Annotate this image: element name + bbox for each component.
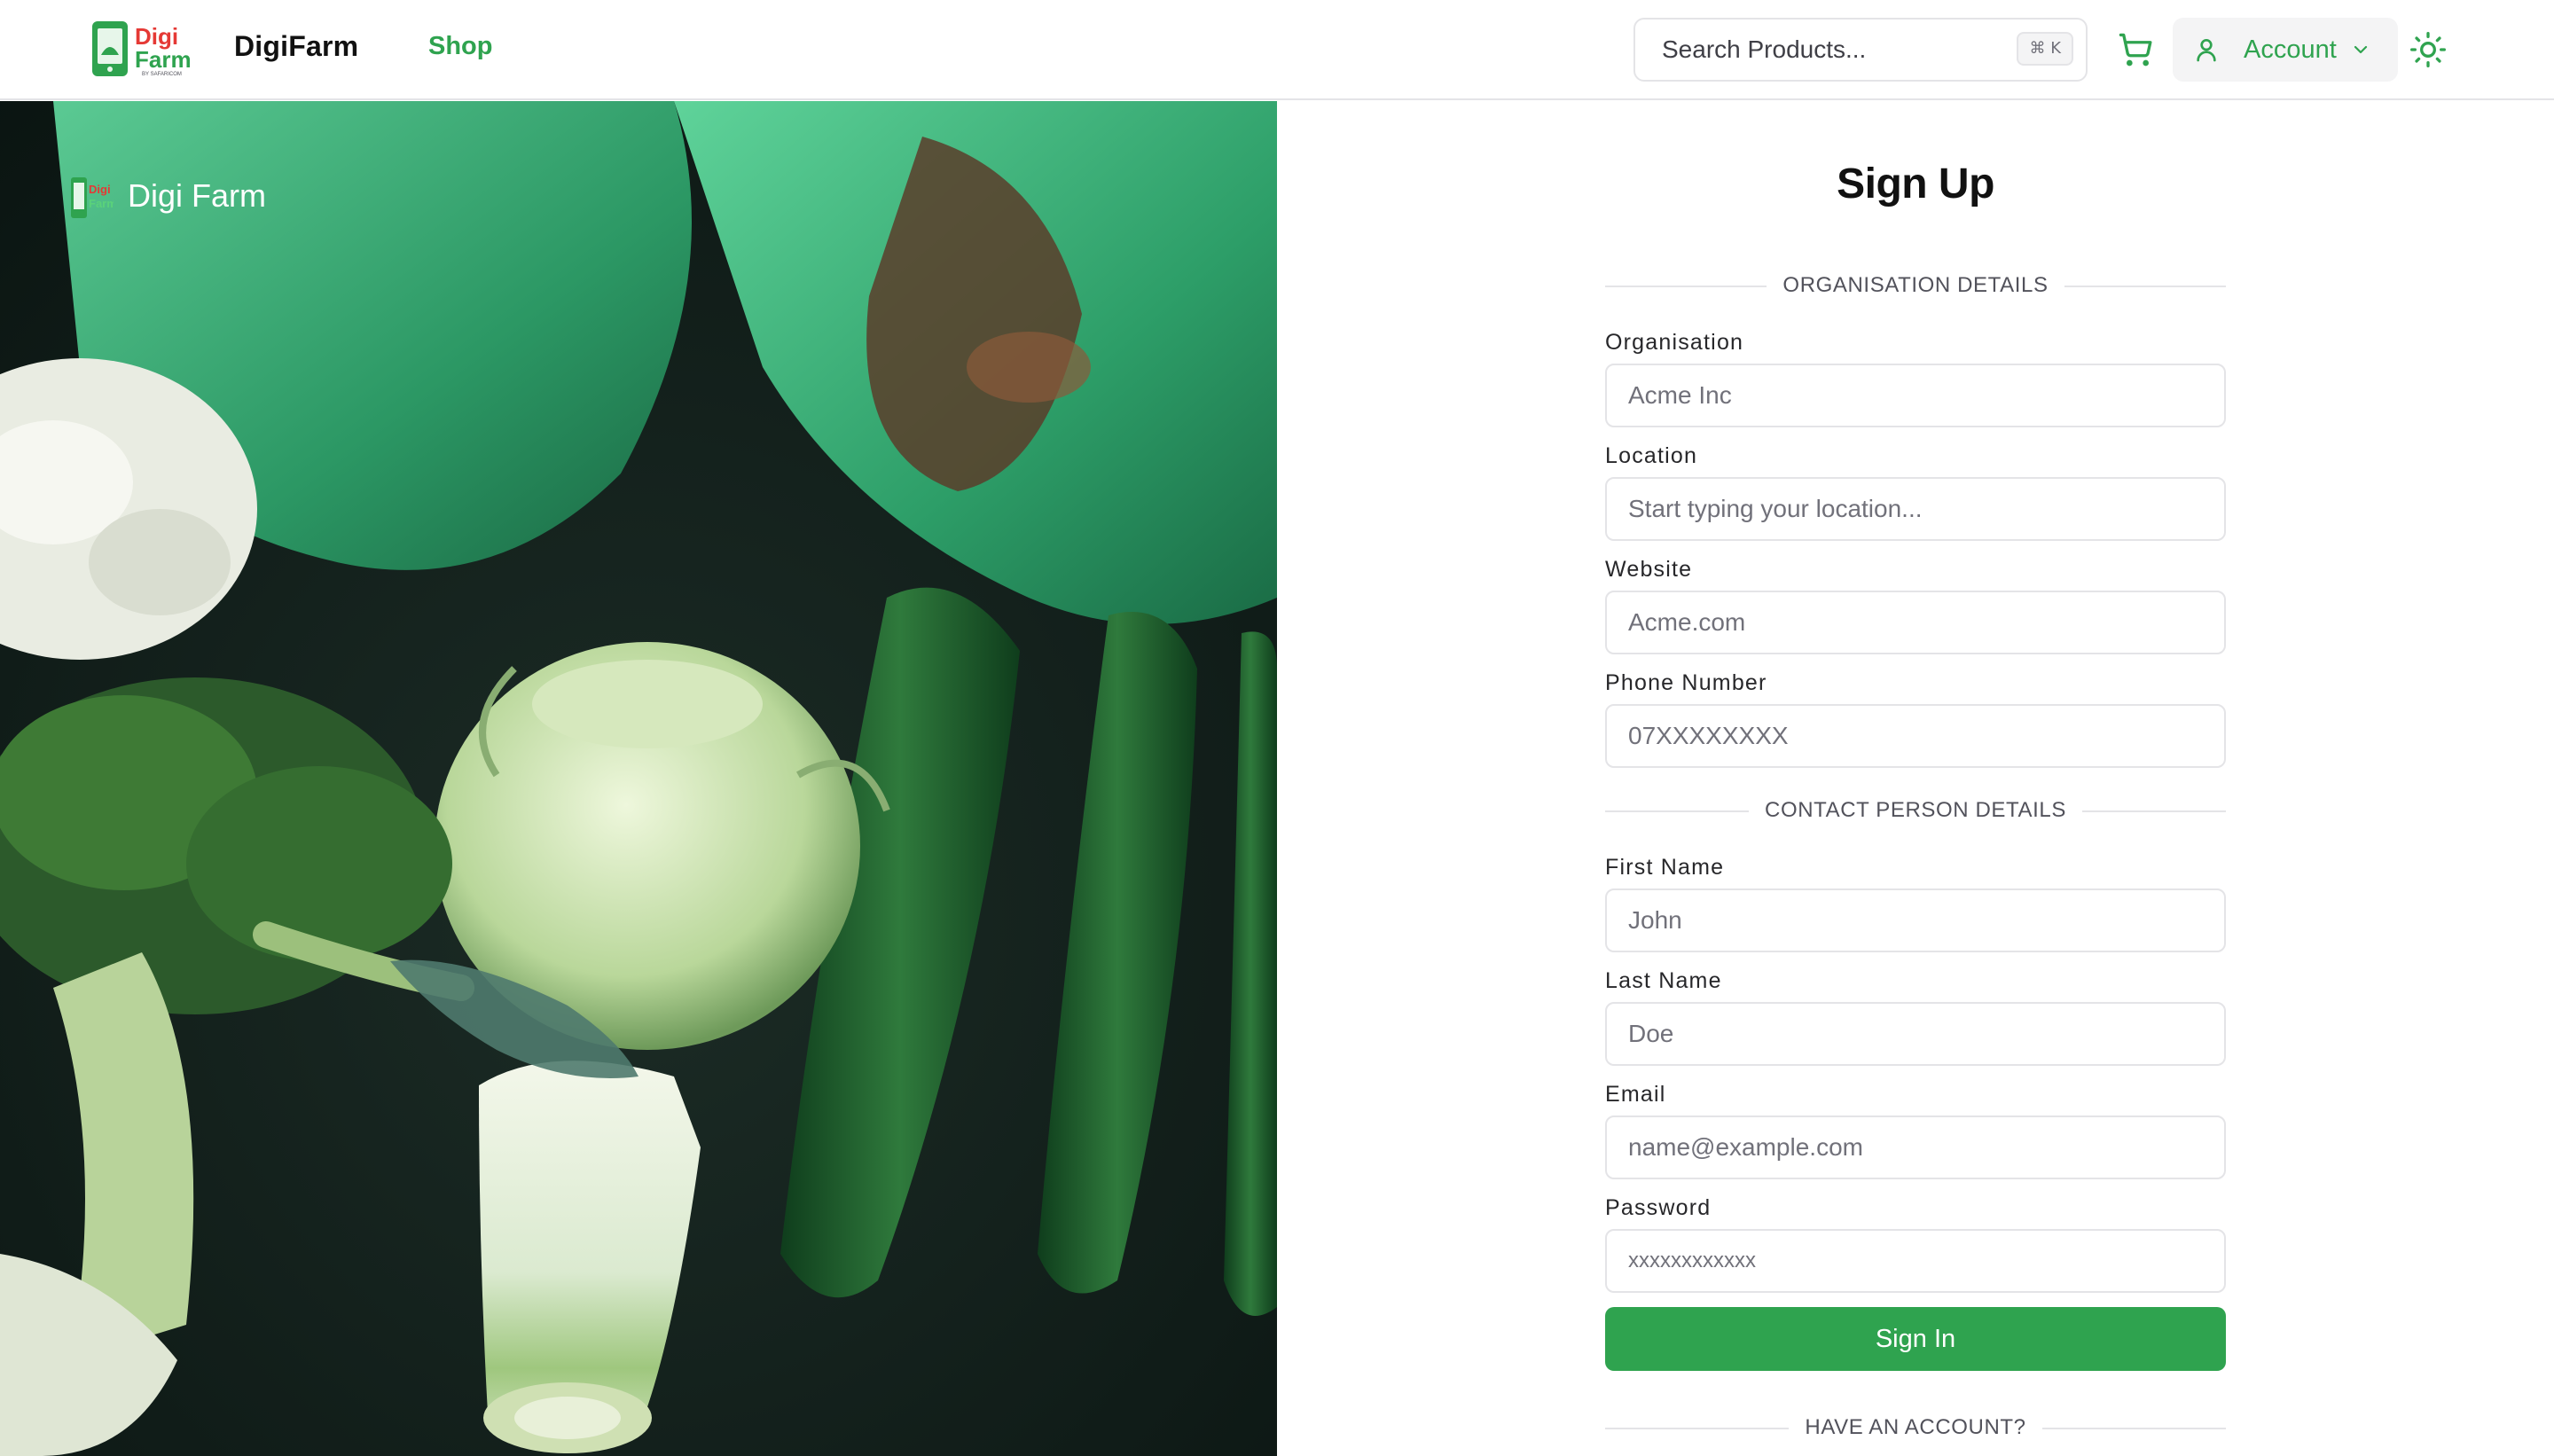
nav-shop-link[interactable]: Shop xyxy=(428,32,493,61)
website-label: Website xyxy=(1605,557,1693,582)
account-menu-button[interactable]: Account xyxy=(2173,18,2398,82)
section-divider-account: HAVE AN ACCOUNT? xyxy=(1605,1410,2226,1445)
phone-input[interactable] xyxy=(1605,704,2226,768)
cart-button[interactable] xyxy=(2111,25,2160,74)
theme-toggle-button[interactable] xyxy=(2409,30,2448,69)
chevron-down-icon xyxy=(2354,45,2368,54)
brand-name[interactable]: DigiFarm xyxy=(234,30,358,63)
location-input[interactable] xyxy=(1605,477,2226,541)
have-account-text: HAVE AN ACCOUNT? xyxy=(1789,1415,2042,1439)
sign-in-button[interactable]: Sign In xyxy=(1605,1307,2226,1371)
top-navbar: Digi Farm BY SAFARICOM DigiFarm Shop ⌘ K… xyxy=(0,0,2554,100)
phone-label: Phone Number xyxy=(1605,670,1767,695)
last-name-input[interactable] xyxy=(1605,1002,2226,1066)
user-icon xyxy=(2197,39,2216,62)
first-name-label: First Name xyxy=(1605,855,1725,880)
search-shortcut-badge: ⌘ K xyxy=(2017,32,2073,66)
svg-text:Farm: Farm xyxy=(89,197,114,210)
organisation-label: Organisation xyxy=(1605,330,1744,355)
vegetables-illustration xyxy=(0,101,1277,1456)
organisation-input[interactable] xyxy=(1605,364,2226,427)
email-input[interactable] xyxy=(1605,1115,2226,1179)
first-name-input[interactable] xyxy=(1605,888,2226,952)
hero-vegetable-image: Digi Farm Digi Farm xyxy=(0,101,1277,1456)
location-label: Location xyxy=(1605,443,1698,468)
last-name-label: Last Name xyxy=(1605,968,1722,993)
section-title-contact: CONTACT PERSON DETAILS xyxy=(1749,798,2082,822)
search-box[interactable]: ⌘ K xyxy=(1633,18,2088,82)
account-label: Account xyxy=(2244,35,2337,64)
email-label: Email xyxy=(1605,1082,1666,1107)
password-input[interactable] xyxy=(1605,1229,2226,1293)
svg-text:BY SAFARICOM: BY SAFARICOM xyxy=(142,72,182,77)
section-divider-contact: CONTACT PERSON DETAILS xyxy=(1605,793,2226,828)
hero-brand-title: Digi Farm xyxy=(128,177,267,214)
section-title-organisation: ORGANISATION DETAILS xyxy=(1767,273,2064,297)
sun-icon xyxy=(2410,32,2446,67)
svg-text:Farm: Farm xyxy=(135,46,192,73)
page-title: Sign Up xyxy=(1837,160,1994,207)
section-divider-organisation: ORGANISATION DETAILS xyxy=(1605,268,2226,303)
digifarm-logo[interactable]: Digi Farm BY SAFARICOM xyxy=(90,20,208,78)
search-input[interactable] xyxy=(1662,20,1999,80)
cart-icon xyxy=(2119,33,2152,67)
password-label: Password xyxy=(1605,1195,1712,1220)
website-input[interactable] xyxy=(1605,591,2226,654)
hero-logo: Digi Farm xyxy=(69,176,114,220)
svg-text:Digi: Digi xyxy=(89,183,111,196)
